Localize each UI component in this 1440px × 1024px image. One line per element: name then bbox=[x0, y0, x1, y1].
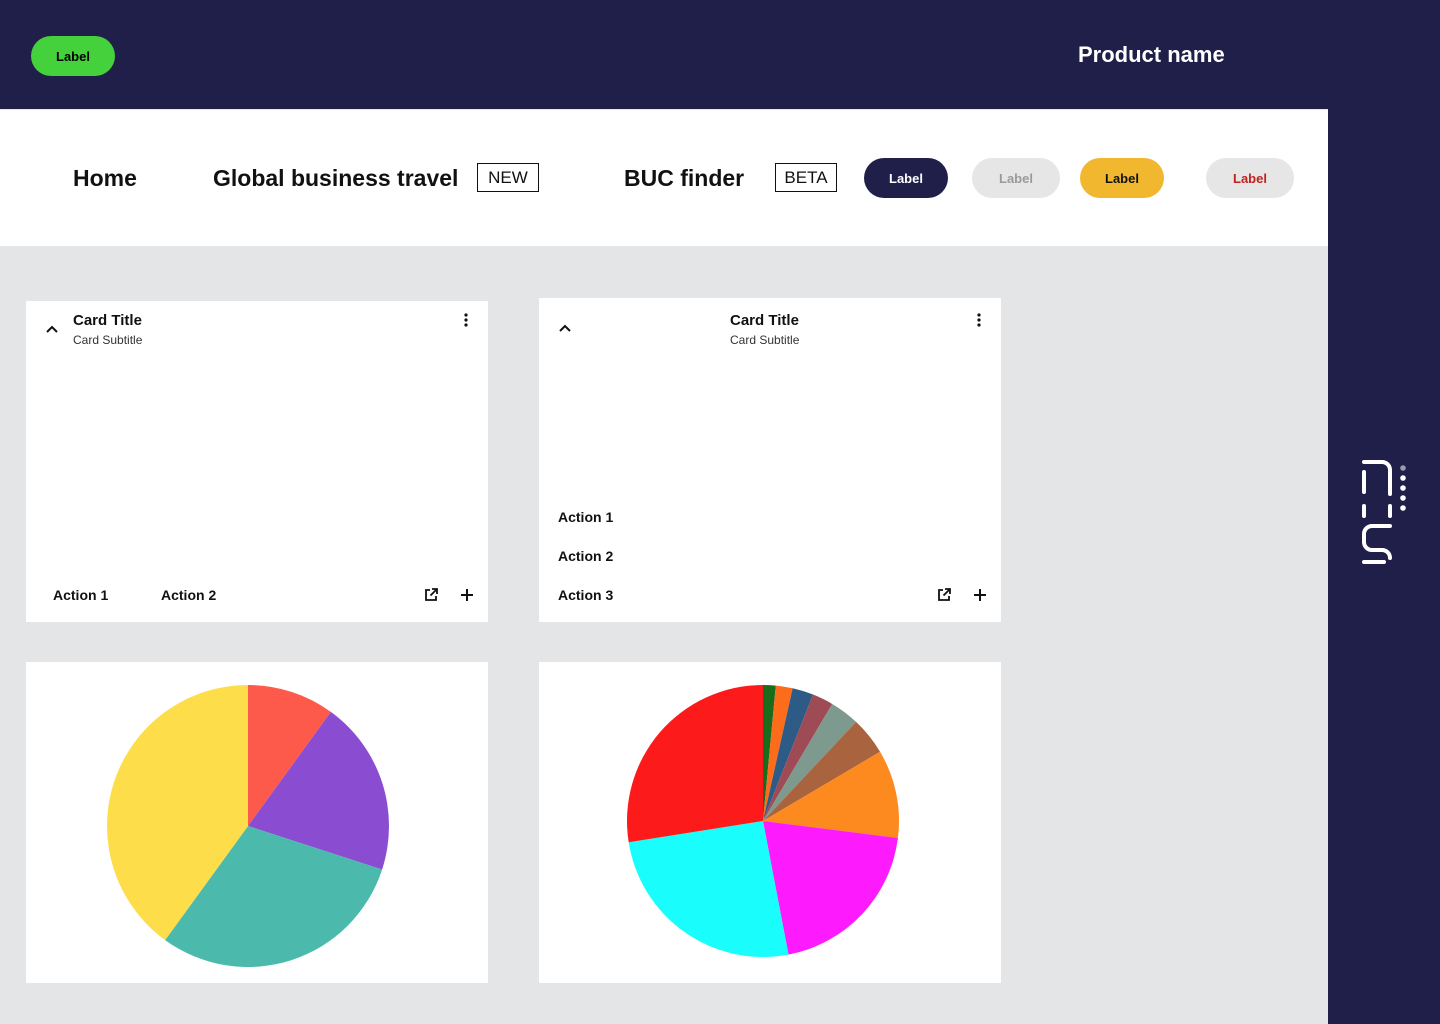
card-action-1[interactable]: Action 1 bbox=[53, 587, 108, 603]
add-icon[interactable] bbox=[457, 585, 477, 605]
nav-global-business-travel[interactable]: Global business travel bbox=[213, 165, 458, 192]
add-icon[interactable] bbox=[970, 585, 990, 605]
label-pill-yellow[interactable]: Label bbox=[1080, 158, 1164, 198]
label-pill-dark[interactable]: Label bbox=[864, 158, 948, 198]
card-action-2[interactable]: Action 2 bbox=[558, 548, 613, 564]
open-external-icon[interactable] bbox=[421, 585, 441, 605]
chevron-up-icon[interactable] bbox=[42, 321, 62, 337]
nav-buc-finder[interactable]: BUC finder bbox=[624, 165, 744, 192]
more-vertical-icon[interactable] bbox=[458, 311, 474, 329]
open-external-icon[interactable] bbox=[934, 585, 954, 605]
chevron-up-icon[interactable] bbox=[555, 320, 575, 336]
card-title: Card Title bbox=[73, 312, 142, 329]
nav-home[interactable]: Home bbox=[73, 165, 137, 192]
label-pill-red-text[interactable]: Label bbox=[1206, 158, 1294, 198]
pie-2-slice-9 bbox=[628, 821, 789, 957]
new-tag: NEW bbox=[477, 163, 539, 192]
pie-chart-card-2 bbox=[539, 662, 1001, 983]
card-subtitle: Card Subtitle bbox=[73, 333, 143, 347]
pie-chart-2 bbox=[627, 685, 899, 957]
fis-logo-icon bbox=[1362, 460, 1406, 564]
card-action-3[interactable]: Action 3 bbox=[558, 587, 613, 603]
card-2: Card Title Card Subtitle Action 1 Action… bbox=[539, 298, 1001, 622]
product-name: Product name bbox=[1078, 42, 1225, 67]
pie-2-slice-10 bbox=[627, 685, 763, 843]
pie-chart-1 bbox=[107, 685, 389, 967]
card-action-2[interactable]: Action 2 bbox=[161, 587, 216, 603]
status-label-pill[interactable]: Label bbox=[31, 36, 115, 76]
right-brand-rail bbox=[1328, 109, 1440, 1024]
more-vertical-icon[interactable] bbox=[971, 311, 987, 329]
top-header-bar: Label Product name bbox=[0, 0, 1440, 109]
primary-nav: Home Global business travel NEW BUC find… bbox=[0, 110, 1328, 246]
card-action-1[interactable]: Action 1 bbox=[558, 509, 613, 525]
card-1: Card Title Card Subtitle Action 1 Action… bbox=[26, 301, 488, 622]
pie-chart-card-1 bbox=[26, 662, 488, 983]
beta-tag: BETA bbox=[775, 163, 837, 192]
label-pill-disabled[interactable]: Label bbox=[972, 158, 1060, 198]
card-title: Card Title bbox=[730, 312, 799, 329]
card-subtitle: Card Subtitle bbox=[730, 333, 800, 347]
